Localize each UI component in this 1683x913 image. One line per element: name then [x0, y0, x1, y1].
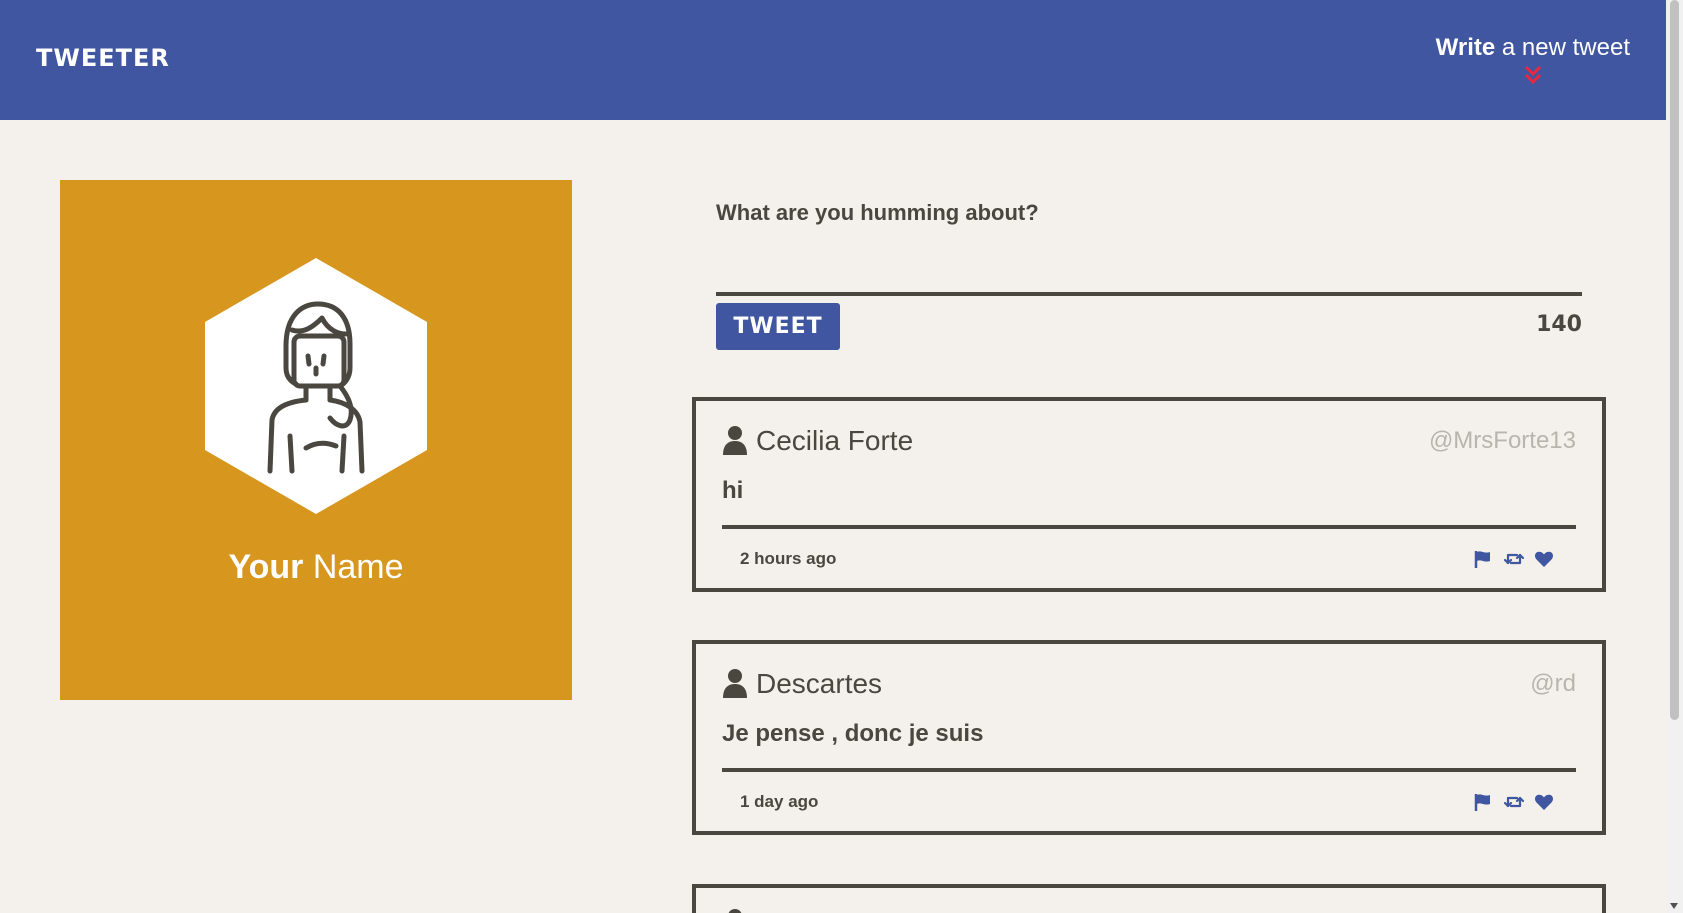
brand-logo[interactable]: TWEETER — [36, 44, 170, 72]
tweet-actions — [1467, 792, 1554, 812]
new-tweet-composer: What are you humming about? TWEET 140 — [716, 200, 1582, 350]
double-chevron-down-icon[interactable] — [1522, 64, 1544, 86]
tweet-author-handle[interactable]: @MrsForte13 — [1429, 427, 1576, 455]
avatar-woman-icon — [267, 301, 365, 474]
profile-last-name: Name — [303, 548, 404, 586]
flag-icon[interactable] — [1473, 549, 1493, 569]
profile-card: Your Name — [60, 180, 572, 700]
profile-name: Your Name — [60, 548, 572, 587]
retweet-icon[interactable] — [1503, 549, 1524, 569]
tweet-body: hi — [722, 477, 744, 504]
scrollbar-thumb[interactable] — [1670, 0, 1679, 720]
user-icon — [723, 669, 747, 698]
tweet-timestamp: 1 day ago — [740, 792, 819, 811]
retweet-icon[interactable] — [1503, 792, 1524, 812]
heart-icon[interactable] — [1534, 549, 1554, 569]
tweet-author-name: Cecilia Forte — [756, 425, 914, 456]
scroll-down-arrow-icon[interactable] — [1670, 903, 1678, 909]
page-scrollbar[interactable] — [1666, 0, 1683, 913]
tweet-divider — [722, 768, 1576, 772]
profile-first-name: Your — [228, 548, 304, 586]
flag-icon[interactable] — [1473, 792, 1493, 812]
navbar: TWEETER Write a new tweet — [0, 0, 1666, 120]
write-new-tweet-toggle[interactable]: Write a new tweet — [1436, 34, 1630, 86]
compose-label-bold: Write — [1435, 34, 1496, 61]
avatar-hexagon — [205, 258, 427, 514]
tweet-header: Descartes @rd — [722, 668, 1576, 702]
heart-icon[interactable] — [1534, 792, 1554, 812]
tweet-submit-button[interactable]: TWEET — [716, 303, 840, 350]
tweet-divider — [722, 525, 1576, 529]
tweet-author-handle[interactable]: @rd — [1530, 670, 1576, 698]
tweet-card — [692, 884, 1606, 913]
tweet-actions — [1467, 549, 1554, 569]
tweet-author-name: Descartes — [756, 668, 883, 699]
tweet-card: Cecilia Forte @MrsForte13 hi 2 hours ago — [692, 397, 1606, 592]
compose-prompt: What are you humming about? — [716, 200, 1039, 225]
user-icon — [723, 426, 747, 455]
tweet-header: Cecilia Forte @MrsForte13 — [722, 425, 1576, 459]
tweet-card: Descartes @rd Je pense , donc je suis 1 … — [692, 640, 1606, 835]
character-counter: 140 — [1536, 312, 1582, 337]
user-icon — [728, 909, 742, 913]
tweet-text-input[interactable] — [716, 236, 1582, 296]
tweet-body: Je pense , donc je suis — [722, 720, 984, 747]
tweet-timestamp: 2 hours ago — [740, 549, 837, 568]
compose-label-rest: a new tweet — [1495, 34, 1630, 61]
